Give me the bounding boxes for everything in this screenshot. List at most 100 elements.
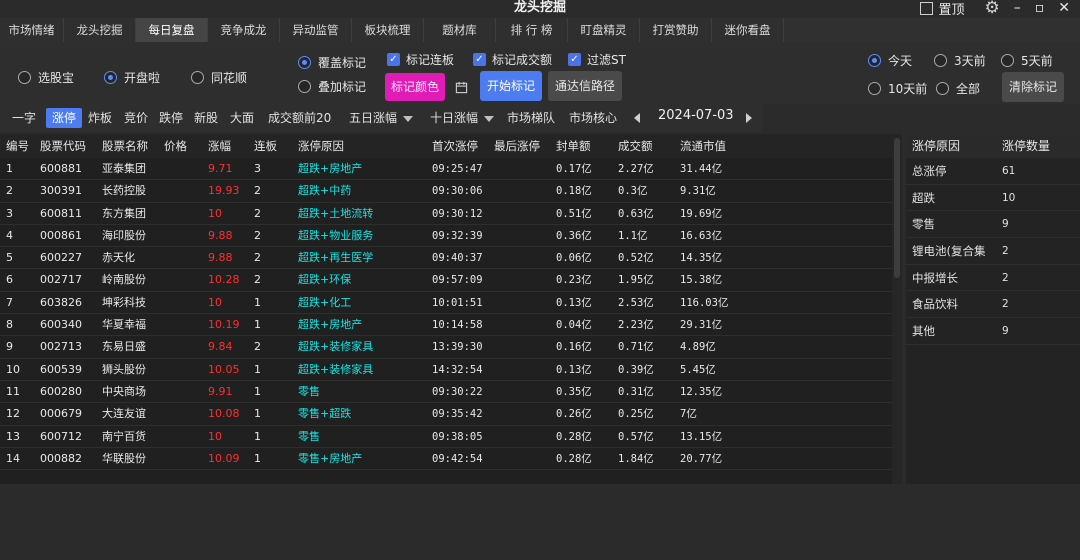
reason-row[interactable]: 其他 9 (906, 318, 1080, 345)
radio-dot[interactable] (936, 82, 949, 95)
table-row[interactable]: 10 600539 狮头股份 10.05 1 超跌+装修家具 14:32:54 0.13亿 0.… (0, 359, 894, 381)
mark-color-button[interactable]: 标记颜色 (385, 73, 445, 101)
next-date-icon[interactable] (746, 113, 752, 123)
header-col-last-limit[interactable]: 最后涨停 (488, 134, 550, 158)
header-col-price[interactable]: 价格 (158, 134, 202, 158)
filter-hexin[interactable]: 市场核心 (569, 108, 617, 128)
radio-all[interactable]: 全部 (936, 80, 980, 97)
reason-row[interactable]: 中报增长 2 (906, 265, 1080, 292)
header-col-turnover[interactable]: 成交额 (612, 134, 674, 158)
table-row[interactable]: 12 000679 大连友谊 10.08 1 零售+超跌 09:35:42 0.26亿 0.25… (0, 403, 894, 426)
tab-donate[interactable]: 打赏赞助 (640, 18, 712, 42)
filter-jingjia[interactable]: 竞价 (124, 108, 148, 128)
check-icon[interactable]: ✓ (568, 53, 581, 66)
header-col-reason[interactable]: 涨停原因 (292, 134, 426, 158)
header-reason[interactable]: 涨停原因 (906, 134, 996, 158)
radio-dot[interactable] (868, 82, 881, 95)
check-icon[interactable]: ✓ (473, 53, 486, 66)
scrollbar-thumb[interactable] (894, 138, 900, 278)
tab-daily-review[interactable]: 每日复盘 (136, 18, 208, 42)
pin-toggle[interactable]: 置顶 (919, 0, 965, 18)
filter-tidui[interactable]: 市场梯队 (507, 108, 555, 128)
check-icon[interactable]: ✓ (387, 53, 400, 66)
reason-row[interactable]: 锂电池(复合集 2 (906, 238, 1080, 265)
radio-dot[interactable] (1001, 54, 1014, 67)
tab-rankings[interactable]: 排 行 榜 (496, 18, 568, 42)
calendar-icon[interactable] (449, 73, 473, 101)
table-row[interactable]: 2 300391 长药控股 19.93 2 超跌+中药 09:30:06 0.18亿 0.3亿 9… (0, 180, 894, 203)
reason-row[interactable]: 零售 9 (906, 211, 1080, 239)
tab-watch-spirit[interactable]: 盯盘精灵 (568, 18, 640, 42)
reason-row[interactable]: 食品饮料 2 (906, 291, 1080, 319)
table-row[interactable]: 9 002713 东易日盛 9.84 2 超跌+装修家具 13:39:30 0.16亿 0.71… (0, 336, 894, 359)
filter-top20-turnover[interactable]: 成交额前20 (268, 108, 331, 128)
radio-10-days-ago[interactable]: 10天前 (868, 80, 927, 97)
check-mark-turnover[interactable]: ✓ 标记成交额 (473, 51, 552, 68)
radio-xuangubao[interactable]: 选股宝 (18, 69, 74, 86)
tab-market-mood[interactable]: 市场情绪 (0, 18, 64, 42)
radio-today[interactable]: 今天 (868, 52, 912, 69)
tab-leader-dig[interactable]: 龙头挖掘 (64, 18, 136, 42)
filter-zhaban[interactable]: 炸板 (88, 108, 112, 128)
tdx-path-button[interactable]: 通达信路径 (548, 71, 622, 101)
start-mark-button[interactable]: 开始标记 (480, 71, 542, 101)
table-row[interactable]: 11 600280 中央商场 9.91 1 零售 09:30:22 0.35亿 0.31亿 12.… (0, 381, 894, 404)
table-row[interactable]: 7 603826 坤彩科技 10 1 超跌+化工 10:01:51 0.13亿 2.53亿 116… (0, 292, 894, 315)
filter-zhangting[interactable]: 涨停 (46, 108, 82, 128)
prev-date-icon[interactable] (634, 113, 640, 123)
tab-anomaly-watch[interactable]: 异动监管 (280, 18, 352, 42)
header-col-streak[interactable]: 连板 (248, 134, 292, 158)
radio-3-days-ago[interactable]: 3天前 (934, 52, 986, 69)
filter-damian[interactable]: 大面 (230, 108, 254, 128)
radio-dot[interactable] (191, 71, 204, 84)
header-col-change[interactable]: 涨幅 (202, 134, 248, 158)
filter-xingu[interactable]: 新股 (194, 108, 218, 128)
filter-ten-day-dropdown[interactable]: 十日涨幅 (430, 108, 495, 128)
minimize-icon[interactable]: – (1014, 0, 1021, 16)
tab-compete-dragon[interactable]: 竞争成龙 (208, 18, 280, 42)
table-scrollbar[interactable] (892, 134, 902, 484)
header-col-name[interactable]: 股票名称 (96, 134, 158, 158)
radio-kaipanla[interactable]: 开盘啦 (104, 69, 160, 86)
cell-reason: 超跌+土地流转 (298, 206, 374, 220)
maximize-icon[interactable]: ▫ (1035, 0, 1045, 16)
table-row[interactable]: 4 000861 海印股份 9.88 2 超跌+物业服务 09:32:39 0.36亿 1.1亿… (0, 225, 894, 248)
table-row[interactable]: 14 000882 华联股份 10.09 1 零售+房地产 09:42:54 0.28亿 1.8… (0, 448, 894, 471)
header-col-code[interactable]: 股票代码 (34, 134, 96, 158)
reason-row[interactable]: 超跌 10 (906, 185, 1080, 212)
radio-5-days-ago[interactable]: 5天前 (1001, 52, 1053, 69)
header-count[interactable]: 涨停数量 (996, 134, 1080, 158)
table-row[interactable]: 13 600712 南宁百货 10 1 零售 09:38:05 0.28亿 0.57亿 13.15… (0, 426, 894, 448)
filter-dieting[interactable]: 跌停 (159, 108, 183, 128)
check-filter-st[interactable]: ✓ 过滤ST (568, 51, 626, 68)
radio-tonghuashun[interactable]: 同花顺 (191, 69, 247, 86)
table-row[interactable]: 3 600811 东方集团 10 2 超跌+土地流转 09:30:12 0.51亿 0.63亿 1… (0, 203, 894, 225)
table-row[interactable]: 8 600340 华夏幸福 10.19 1 超跌+房地产 10:14:58 0.04亿 2.23… (0, 314, 894, 337)
header-col-first-limit[interactable]: 首次涨停 (426, 134, 488, 158)
filter-five-day-dropdown[interactable]: 五日涨幅 (349, 108, 414, 128)
tab-sector-sort[interactable]: 板块梳理 (352, 18, 424, 42)
radio-dot[interactable] (934, 54, 947, 67)
tab-theme-library[interactable]: 题材库 (424, 18, 496, 42)
header-col-seal-amount[interactable]: 封单额 (550, 134, 612, 158)
radio-overlay-mark[interactable]: 叠加标记 (298, 78, 366, 95)
gear-icon[interactable]: ⚙ (985, 0, 1000, 18)
radio-dot[interactable] (104, 71, 117, 84)
reason-row[interactable]: 总涨停 61 (906, 158, 1080, 185)
tab-mini-view[interactable]: 迷你看盘 (712, 18, 784, 42)
header-col-float-cap[interactable]: 流通市值 (674, 134, 754, 158)
radio-dot[interactable] (298, 80, 311, 93)
radio-cover-mark[interactable]: 覆盖标记 (298, 54, 366, 71)
radio-dot[interactable] (298, 56, 311, 69)
header-col-index[interactable]: 编号 (0, 134, 34, 158)
filter-yizi[interactable]: 一字 (12, 108, 36, 128)
pin-checkbox[interactable] (919, 1, 933, 15)
close-icon[interactable]: ✕ (1058, 0, 1070, 16)
clear-mark-button[interactable]: 清除标记 (1002, 72, 1064, 102)
table-row[interactable]: 1 600881 亚泰集团 9.71 3 超跌+房地产 09:25:47 0.17亿 2.27亿… (0, 158, 894, 181)
table-row[interactable]: 5 600227 赤天化 9.88 2 超跌+再生医学 09:40:37 0.06亿 0.52亿… (0, 247, 894, 270)
radio-dot[interactable] (868, 54, 881, 67)
radio-dot[interactable] (18, 71, 31, 84)
check-mark-lianban[interactable]: ✓ 标记连板 (387, 51, 454, 68)
table-row[interactable]: 6 002717 岭南股份 10.28 2 超跌+环保 09:57:09 0.23亿 1.95亿… (0, 269, 894, 292)
